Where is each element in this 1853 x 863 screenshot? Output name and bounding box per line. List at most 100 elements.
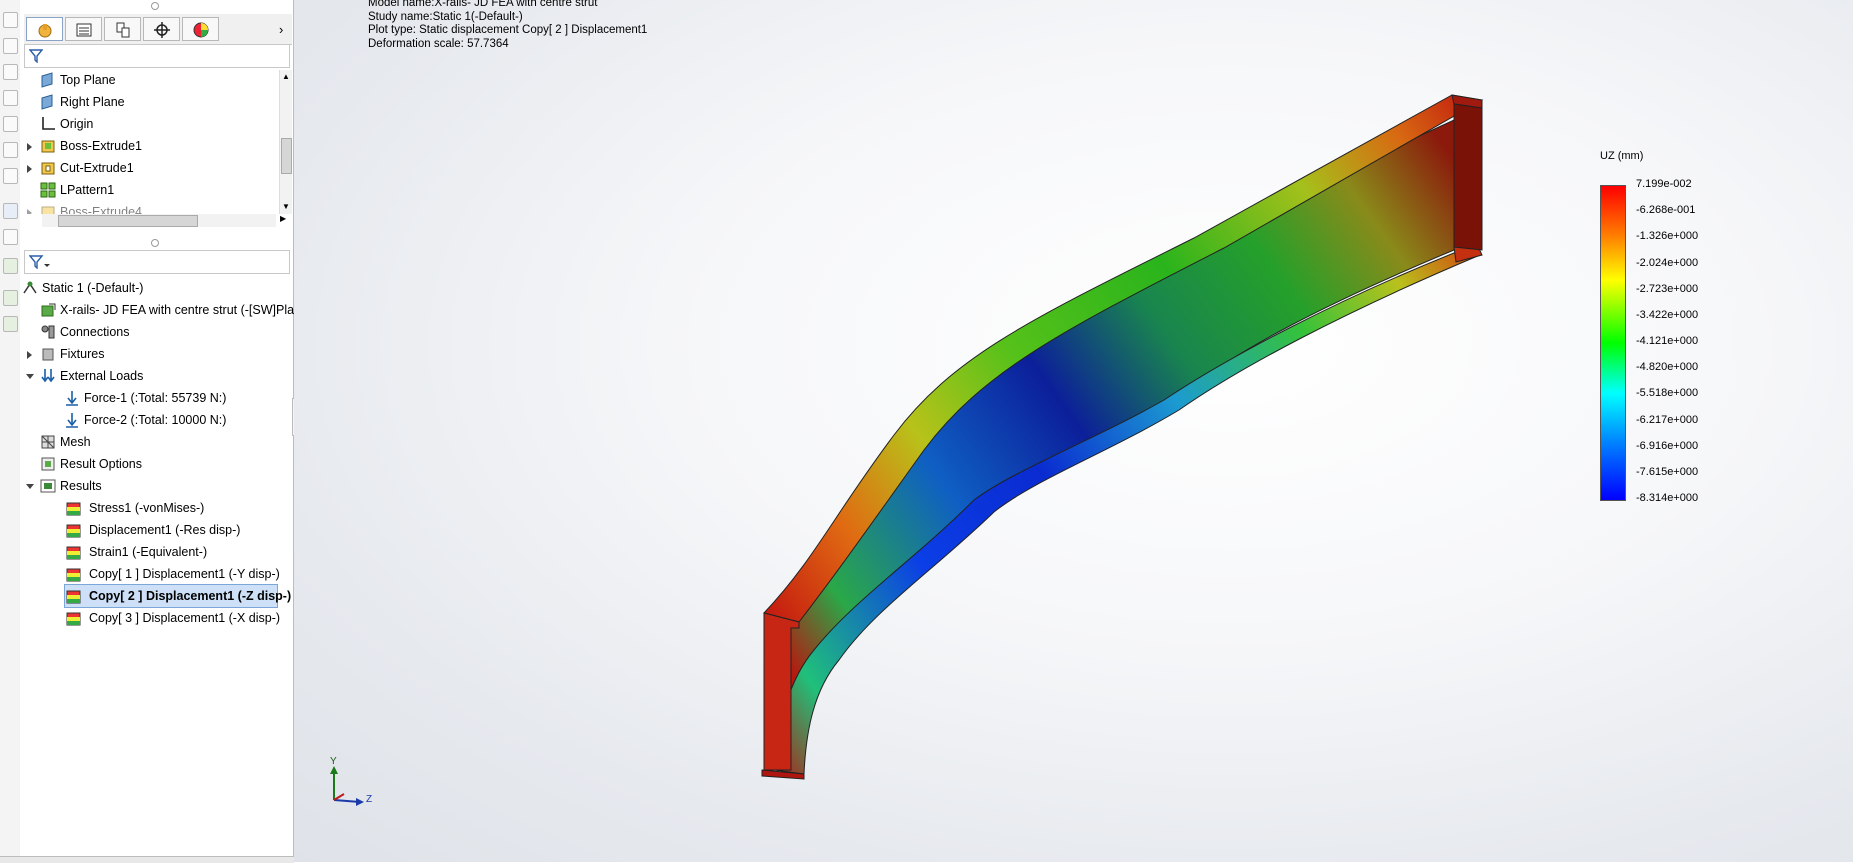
tree-item-label: LPattern1 bbox=[60, 183, 115, 197]
toolbar-icon[interactable] bbox=[3, 142, 18, 158]
scroll-right-icon[interactable]: ▶ bbox=[280, 214, 286, 223]
pattern-icon bbox=[40, 182, 56, 198]
tab-configuration-manager[interactable] bbox=[104, 17, 141, 41]
filter-dropdown-icon bbox=[29, 255, 50, 269]
tree-item-result-copy3[interactable]: Copy[ 3 ] Displacement1 (-X disp-) bbox=[20, 607, 292, 629]
tree-item-force-2[interactable]: Force-2 (:Total: 10000 N:) bbox=[20, 409, 292, 431]
splitter-grip[interactable] bbox=[151, 2, 159, 10]
tab-dimxpert-manager[interactable] bbox=[143, 17, 180, 41]
scrollbar-thumb[interactable] bbox=[58, 215, 198, 227]
graphics-viewport[interactable]: Model name:X-rails- JD FEA with centre s… bbox=[294, 0, 1853, 862]
feature-tree-vertical-scrollbar[interactable]: ▲ ▼ bbox=[279, 70, 292, 214]
tree-item-result-stress1[interactable]: Stress1 (-vonMises-) bbox=[20, 497, 292, 519]
tree-item-connections[interactable]: Connections bbox=[20, 321, 292, 343]
expand-arrow-icon[interactable] bbox=[27, 209, 32, 214]
legend-label: 7.199e-002 bbox=[1636, 178, 1692, 190]
collapse-arrow-icon[interactable] bbox=[26, 484, 34, 489]
feature-manager-panel: › Top Plane Right Plane Origin Boss-Extr… bbox=[20, 0, 301, 862]
cursor-icon[interactable] bbox=[3, 203, 18, 219]
simulation-icon[interactable] bbox=[3, 316, 18, 332]
results-folder-icon bbox=[40, 479, 56, 493]
legend-label: -6.268e-001 bbox=[1636, 204, 1696, 217]
tree-item-external-loads[interactable]: External Loads bbox=[20, 365, 292, 387]
tree-item-label: Static 1 (-Default-) bbox=[42, 281, 144, 295]
simulation-icon[interactable] bbox=[3, 290, 18, 306]
property-manager-icon bbox=[76, 23, 92, 37]
tree-item-result-options[interactable]: Result Options bbox=[20, 453, 292, 475]
toolbar-icon[interactable] bbox=[3, 168, 18, 184]
extrude-icon bbox=[41, 140, 55, 153]
tree-item-top-plane[interactable]: Top Plane bbox=[20, 69, 258, 91]
legend-label: -8.314e+000 bbox=[1636, 492, 1699, 504]
tab-property-manager[interactable] bbox=[65, 17, 102, 41]
display-manager-icon bbox=[193, 22, 209, 38]
legend-label: -6.217e+000 bbox=[1636, 413, 1699, 426]
tab-feature-manager[interactable] bbox=[26, 17, 63, 41]
tree-item-label: Connections bbox=[60, 325, 130, 339]
toolbar-icon[interactable] bbox=[3, 38, 18, 54]
tree-item-label: Displacement1 (-Res disp-) bbox=[89, 523, 241, 537]
tree-item-boss-extrude1[interactable]: Boss-Extrude1 bbox=[20, 135, 258, 157]
tab-display-manager[interactable] bbox=[182, 17, 219, 41]
tree-item-origin[interactable]: Origin bbox=[20, 113, 258, 135]
crosshair-icon bbox=[154, 22, 170, 38]
tree-item-part[interactable]: X-rails- JD FEA with centre strut (-[SW]… bbox=[20, 299, 294, 321]
left-toolbar-strip bbox=[0, 0, 21, 862]
tree-item-label: Origin bbox=[60, 117, 94, 131]
tree-item-fixtures[interactable]: Fixtures bbox=[20, 343, 292, 365]
expand-arrow-icon[interactable] bbox=[27, 165, 32, 173]
tree-item-result-displacement1[interactable]: Displacement1 (-Res disp-) bbox=[20, 519, 292, 541]
tree-item-right-plane[interactable]: Right Plane bbox=[20, 91, 258, 113]
extrude-icon bbox=[41, 206, 55, 214]
scrollbar-thumb[interactable] bbox=[281, 138, 292, 174]
tree-item-result-strain1[interactable]: Strain1 (-Equivalent-) bbox=[20, 541, 292, 563]
collapse-arrow-icon[interactable] bbox=[26, 374, 34, 379]
force-arrow-icon bbox=[66, 413, 78, 428]
tree-item-label: Force-1 (:Total: 55739 N:) bbox=[84, 391, 227, 405]
legend-label: -3.422e+000 bbox=[1636, 308, 1699, 321]
feature-manager-icon bbox=[38, 24, 52, 38]
tree-item-mesh[interactable]: Mesh bbox=[20, 431, 292, 453]
result-plot-icon bbox=[66, 612, 81, 626]
toolbar-icon[interactable] bbox=[3, 12, 18, 28]
filter-icon bbox=[29, 49, 43, 63]
tree-item-cut-extrude1[interactable]: Cut-Extrude1 bbox=[20, 157, 258, 179]
tree-item-force-1[interactable]: Force-1 (:Total: 55739 N:) bbox=[20, 387, 292, 409]
legend-label: -2.024e+000 bbox=[1636, 256, 1699, 269]
mesh-icon bbox=[41, 435, 55, 449]
study-filter-input[interactable] bbox=[24, 250, 290, 274]
result-plot-icon bbox=[66, 590, 81, 604]
toolbar-icon[interactable] bbox=[3, 229, 18, 245]
chevron-right-icon[interactable]: › bbox=[279, 22, 283, 37]
tree-item-label: Mesh bbox=[60, 435, 91, 449]
external-loads-icon bbox=[41, 369, 55, 383]
color-legend-bar bbox=[1600, 185, 1626, 501]
simulation-icon[interactable] bbox=[3, 258, 18, 274]
tree-item-label: Right Plane bbox=[60, 95, 125, 109]
toolbar-icon[interactable] bbox=[3, 90, 18, 106]
tree-item-result-copy2-selected[interactable]: Copy[ 2 ] Displacement1 (-Z disp-) bbox=[64, 584, 291, 608]
expand-arrow-icon[interactable] bbox=[27, 143, 32, 151]
scroll-up-icon[interactable]: ▲ bbox=[282, 72, 290, 81]
legend-label: -7.615e+000 bbox=[1636, 465, 1699, 478]
tree-item-result-copy1[interactable]: Copy[ 1 ] Displacement1 (-Y disp-) bbox=[20, 563, 292, 585]
tree-item-label: Results bbox=[60, 479, 102, 493]
toolbar-icon[interactable] bbox=[3, 116, 18, 132]
scroll-down-icon[interactable]: ▼ bbox=[282, 202, 290, 211]
tree-item-boss-extrude4[interactable]: Boss-Extrude4 bbox=[20, 201, 258, 214]
tree-item-label: Copy[ 3 ] Displacement1 (-X disp-) bbox=[89, 611, 281, 625]
tree-item-results[interactable]: Results bbox=[20, 475, 292, 497]
feature-filter-input[interactable] bbox=[24, 44, 290, 68]
tree-item-lpattern1[interactable]: LPattern1 bbox=[20, 179, 258, 201]
result-plot-icon bbox=[66, 524, 81, 538]
splitter-grip[interactable] bbox=[151, 239, 159, 247]
tree-item-study[interactable]: Static 1 (-Default-) bbox=[20, 277, 292, 299]
legend-label: -5.518e+000 bbox=[1636, 387, 1699, 400]
expand-arrow-icon[interactable] bbox=[27, 351, 32, 359]
tree-item-label: Strain1 (-Equivalent-) bbox=[89, 545, 208, 559]
tree-item-label: Copy[ 1 ] Displacement1 (-Y disp-) bbox=[89, 567, 280, 581]
configuration-manager-icon bbox=[116, 22, 130, 38]
feature-tree-horizontal-scrollbar[interactable]: ▶ bbox=[42, 214, 286, 227]
toolbar-icon[interactable] bbox=[3, 64, 18, 80]
tree-item-label: External Loads bbox=[60, 369, 144, 383]
